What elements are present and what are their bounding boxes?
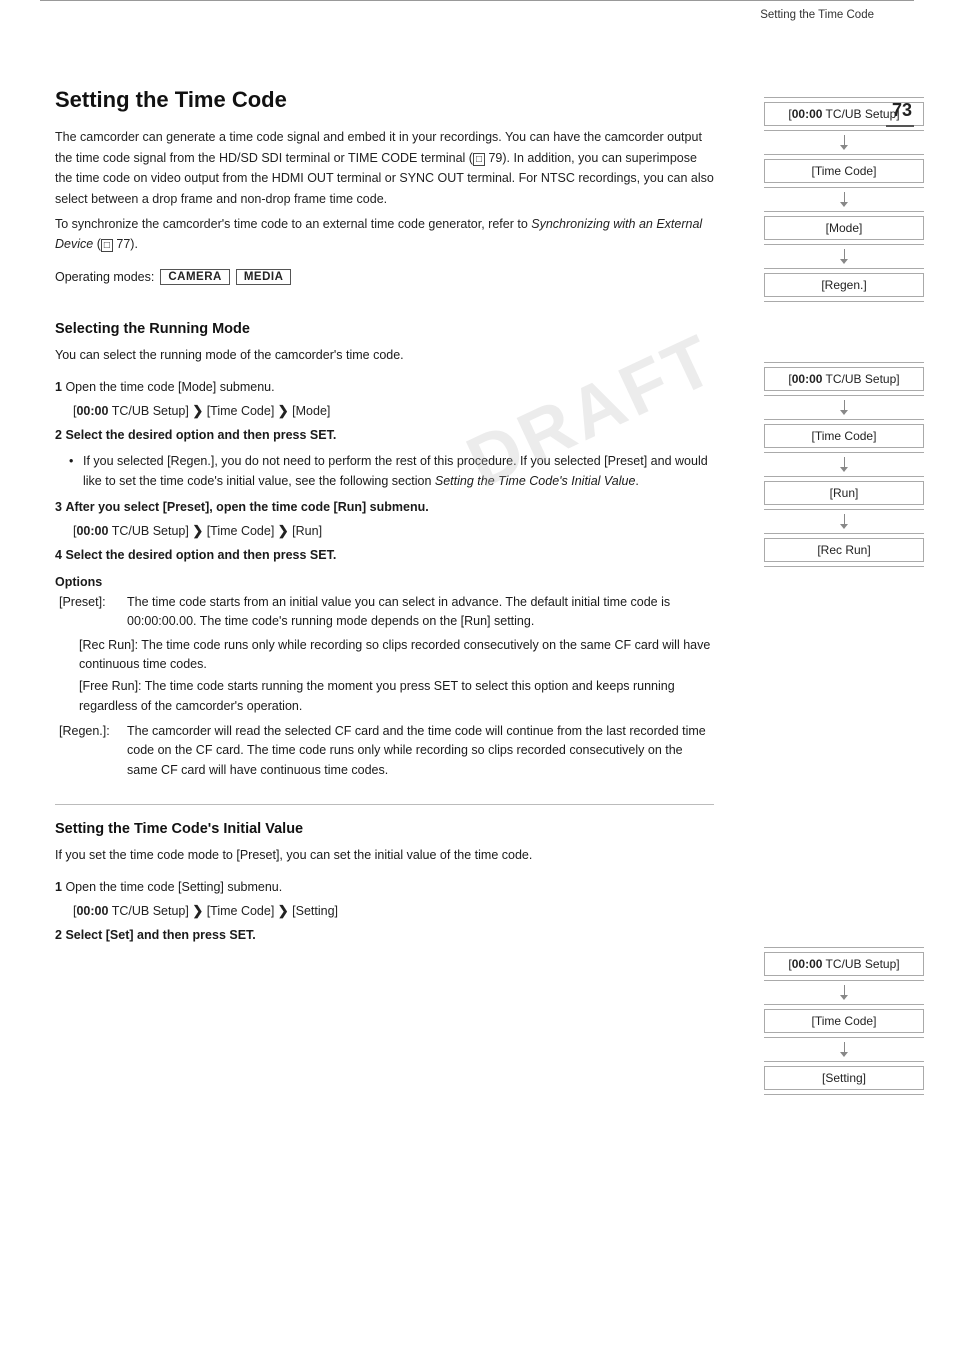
page-title: Setting the Time Code [55,87,714,113]
step-3-number: 3 [55,500,62,514]
top-rule: Setting the Time Code [40,0,914,27]
diagram2-item1: [00:00 TC/UB Setup] [764,367,924,391]
option-recrun: [Rec Run]: The time code runs only while… [79,636,714,675]
step-1-menu: [00:00 TC/UB Setup] ❯ [Time Code] ❯ [Mod… [73,403,714,419]
diagram1-arrow1 [764,135,924,150]
section2-intro: If you set the time code mode to [Preset… [55,845,714,865]
step-1: 1 Open the time code [Mode] submenu. [55,377,714,397]
diagram3-item3: [Setting] [764,1066,924,1090]
option-preset-key: [Preset]: [59,593,127,632]
diagram1-item2: [Time Code] [764,159,924,183]
step-2-number: 2 [55,428,62,442]
camera-mode-badge: CAMERA [160,269,229,285]
operating-modes-label: Operating modes: [55,270,154,284]
diagram3: [00:00 TC/UB Setup] [Time Code] [Setting… [764,947,924,1095]
diagram3-item2: [Time Code] [764,1009,924,1033]
s2-step-2-text: Select [Set] and then press SET. [65,928,255,942]
left-column: Setting the Time Code The camcorder can … [0,27,754,1135]
diagram1-arrow2 [764,192,924,207]
option-regen-val: The camcorder will read the selected CF … [127,722,714,780]
step1-tc-num: 00:00 [76,404,108,418]
diagram1-item4: [Regen.] [764,273,924,297]
diagram2: [00:00 TC/UB Setup] [Time Code] [Run] [764,362,924,567]
page-number: 73 [886,100,914,127]
diagram2-arrow3 [764,514,924,529]
section1-intro: You can select the running mode of the c… [55,345,714,365]
option-freerun: [Free Run]: The time code starts running… [79,677,714,716]
diagram2-arrow2 [764,457,924,472]
diagram2-item4: [Rec Run] [764,538,924,562]
option-preset-row: [Preset]: The time code starts from an i… [59,593,714,632]
step-4: 4 Select the desired option and then pre… [55,545,714,565]
operating-modes: Operating modes: CAMERA MEDIA [55,269,714,285]
diagram2-item3: [Run] [764,481,924,505]
diagram3-arrow1 [764,985,924,1000]
diagram1-item3: [Mode] [764,216,924,240]
diagram1-arrow3 [764,249,924,264]
s2-step-1: 1 Open the time code [Setting] submenu. [55,877,714,897]
right-column: [00:00 TC/UB Setup] [Time Code] [Mode] [754,27,954,1135]
option-regen-key: [Regen.]: [59,722,127,780]
diagram3-arrow2 [764,1042,924,1057]
s2-step-1-number: 1 [55,880,62,894]
step-3: 3 After you select [Preset], open the ti… [55,497,714,517]
step-2-bullet: If you selected [Regen.], you do not nee… [83,451,714,491]
section2-title: Setting the Time Code's Initial Value [55,821,714,837]
step-4-number: 4 [55,548,62,562]
main-content: Setting the Time Code The camcorder can … [0,27,954,1135]
intro-p1: The camcorder can generate a time code s… [55,127,714,210]
step-4-text: Select the desired option and then press… [65,548,336,562]
step-1-number: 1 [55,380,62,394]
s2-step-2: 2 Select [Set] and then press SET. [55,925,714,945]
options-table: [Preset]: The time code starts from an i… [59,593,714,780]
page: Setting the Time Code 73 DRAFT Setting t… [0,0,954,1348]
diagram1: [00:00 TC/UB Setup] [Time Code] [Mode] [764,97,924,302]
section2-divider [55,804,714,805]
option-regen-row: [Regen.]: The camcorder will read the se… [59,722,714,780]
step-2-text: Select the desired option and then press… [65,428,336,442]
options-label: Options [55,575,714,589]
diagram2-arrow1 [764,400,924,415]
intro-p2: To synchronize the camcorder's time code… [55,214,714,255]
diagram3-item1: [00:00 TC/UB Setup] [764,952,924,976]
s2-step-2-number: 2 [55,928,62,942]
step-2: 2 Select the desired option and then pre… [55,425,714,445]
step-1-text: Open the time code [Mode] submenu. [65,380,274,394]
diagram2-item2: [Time Code] [764,424,924,448]
header-text: Setting the Time Code [760,9,914,27]
media-mode-badge: MEDIA [236,269,292,285]
section1-title: Selecting the Running Mode [55,321,714,337]
s2-step-1-text: Open the time code [Setting] submenu. [65,880,282,894]
step-3-menu: [00:00 TC/UB Setup] ❯ [Time Code] ❯ [Run… [73,523,714,539]
step-3-text: After you select [Preset], open the time… [65,500,428,514]
option-preset-val: The time code starts from an initial val… [127,593,714,632]
s2-step-1-menu: [00:00 TC/UB Setup] ❯ [Time Code] ❯ [Set… [73,903,714,919]
